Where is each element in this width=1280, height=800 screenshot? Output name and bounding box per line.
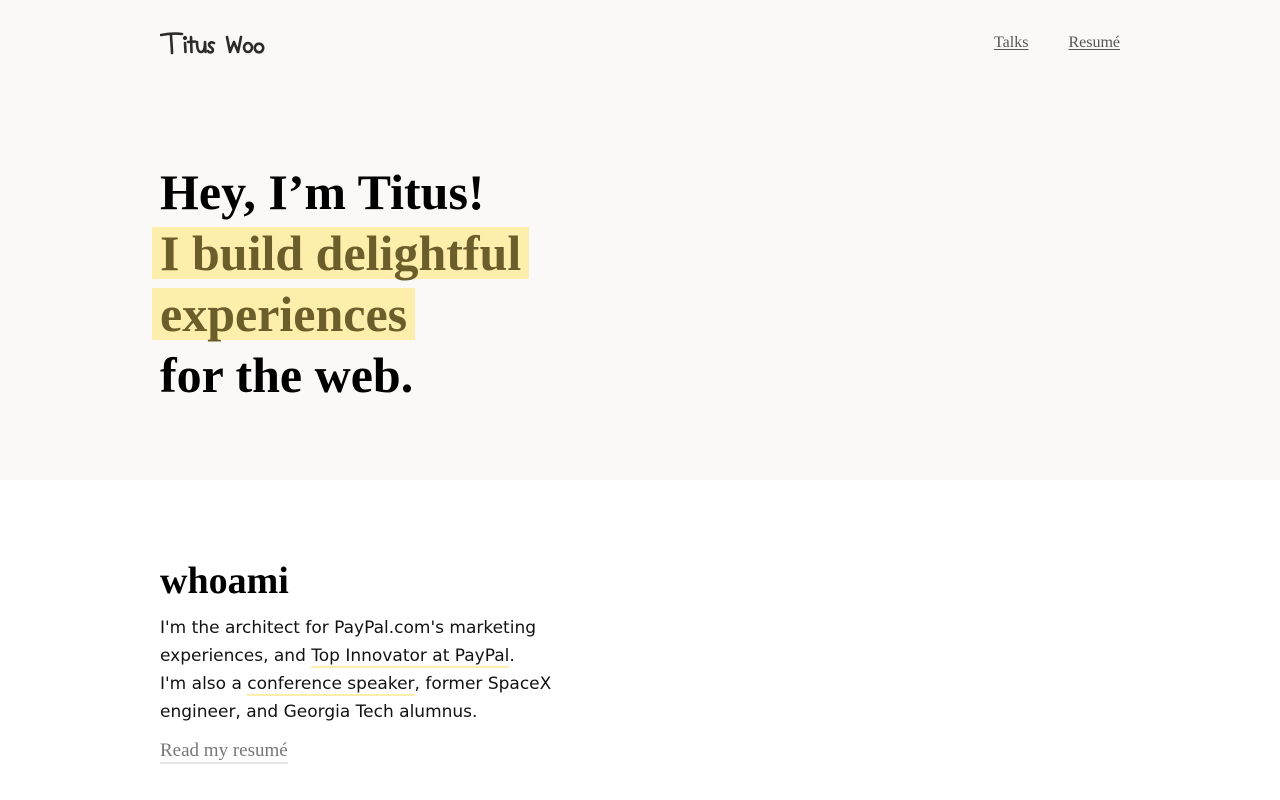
site-logo[interactable]: [160, 30, 268, 58]
titus-woo-logo-icon: [160, 32, 265, 55]
top-innovator-link[interactable]: Top Innovator at PayPal: [311, 646, 510, 668]
about-heading: whoami: [160, 560, 289, 602]
nav-link-talks[interactable]: Talks: [994, 34, 1028, 52]
read-resume-link[interactable]: Read my resumé: [160, 740, 288, 764]
about-text-3: I'm also a: [160, 674, 248, 694]
conference-speaker-link[interactable]: conference speaker: [247, 674, 415, 696]
main-nav: Talks Resumé: [994, 34, 1120, 52]
about-text-2: .: [509, 646, 515, 666]
hero-tagline-end: for the web.: [160, 347, 414, 403]
hero-greeting: Hey, I’m Titus!: [160, 164, 485, 220]
hero-highlight-line-2: experiences: [152, 288, 416, 340]
hero-section: Talks Resumé Hey, I’m Titus! I build del…: [0, 0, 1280, 480]
about-section: whoami I'm the architect for PayPal.com'…: [160, 560, 620, 764]
site-header: Talks Resumé: [160, 30, 1120, 60]
hero-headline: Hey, I’m Titus! I build delightful exper…: [152, 162, 530, 406]
about-paragraph: I'm the architect for PayPal.com's marke…: [160, 614, 620, 726]
nav-link-resume[interactable]: Resumé: [1068, 34, 1120, 52]
hero-highlight-line-1: I build delightful: [152, 227, 530, 279]
